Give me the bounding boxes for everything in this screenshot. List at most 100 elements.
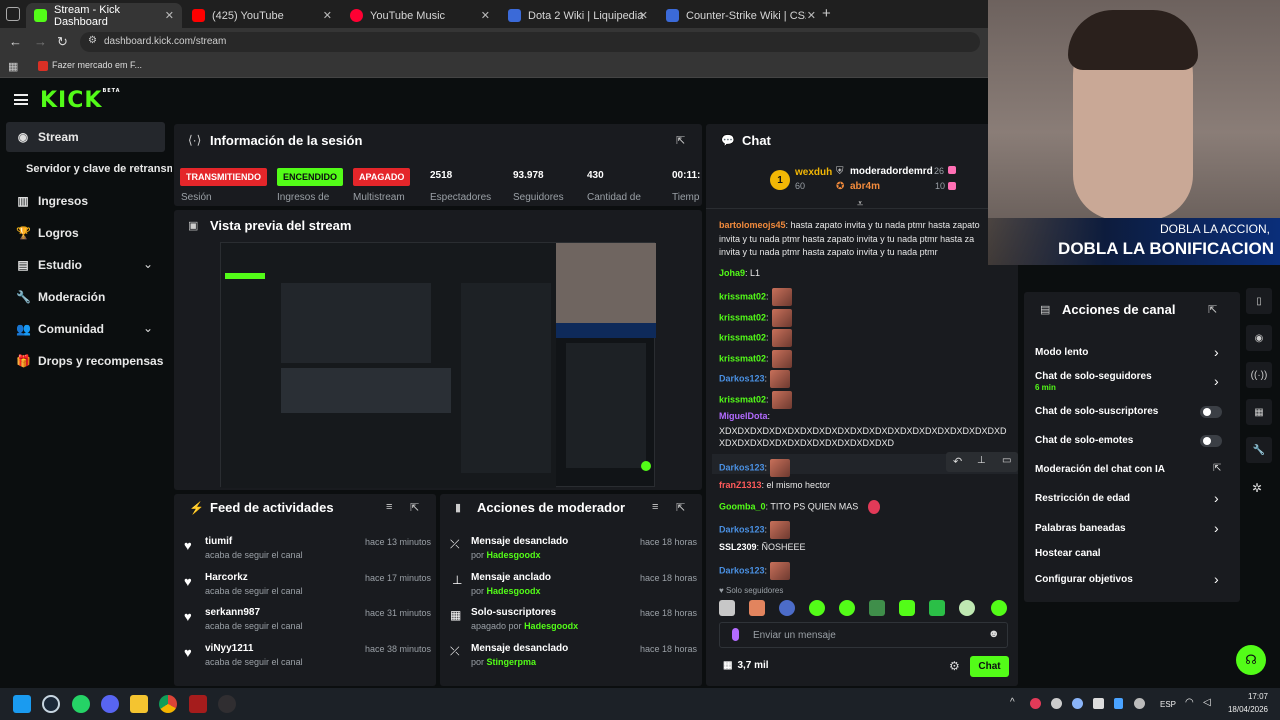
whatsapp-icon[interactable]	[72, 695, 90, 713]
chat-username[interactable]: krissmat02	[719, 291, 766, 301]
close-tab-icon[interactable]: ✕	[165, 9, 174, 22]
feed-user[interactable]: viNyy1211	[205, 643, 253, 654]
browser-tab-youtube-music[interactable]: YouTube Music ✕	[342, 3, 498, 28]
close-tab-icon[interactable]: ✕	[807, 9, 816, 22]
sidebar-item-server-key[interactable]: Servidor y clave de retransmisión	[26, 159, 172, 179]
mod-action-user[interactable]: Hadesgoodx	[487, 586, 541, 596]
tray-icon[interactable]	[1030, 698, 1041, 709]
chat-username[interactable]: krissmat02	[719, 394, 766, 404]
chevron-right-icon[interactable]: ›	[1214, 571, 1219, 587]
chat-username[interactable]: krissmat02	[719, 332, 766, 342]
tray-icon[interactable]	[1093, 698, 1104, 709]
chat-username[interactable]: bartolomeojs45	[719, 220, 786, 230]
chat-send-button[interactable]: Chat	[970, 656, 1009, 677]
emotes-only-toggle[interactable]	[1200, 435, 1222, 447]
sidebar-item-comunidad[interactable]: 👥 Comunidad	[16, 319, 104, 339]
top-gifter-user[interactable]: abr4m	[850, 181, 880, 192]
popout-icon[interactable]: ⇱	[676, 501, 685, 514]
close-tab-icon[interactable]: ✕	[481, 9, 490, 22]
reload-icon[interactable]: ↻	[57, 34, 68, 50]
rail-button-notes[interactable]: ▯	[1246, 288, 1272, 314]
chat-username[interactable]: Darkos123	[719, 565, 765, 575]
chevron-right-icon[interactable]: ›	[1214, 373, 1219, 389]
sidebar-item-drops[interactable]: 🎁 Drops y recompensas	[16, 351, 163, 371]
emote-icon[interactable]	[779, 600, 795, 616]
browser-tab-kick[interactable]: Stream - Kick Dashboard ✕	[26, 3, 182, 28]
action-subscribers-only[interactable]: Chat de solo-suscriptores	[1035, 406, 1158, 417]
filter-icon[interactable]: ≡	[386, 501, 392, 513]
rail-button-tools[interactable]: 🔧	[1246, 437, 1272, 463]
trash-icon[interactable]: ▭	[1002, 455, 1011, 466]
feed-user[interactable]: Harcorkz	[205, 572, 248, 583]
tray-icon[interactable]	[1134, 698, 1145, 709]
hamburger-menu-icon[interactable]	[14, 94, 28, 105]
action-age-restriction[interactable]: Restricción de edad	[1035, 493, 1130, 504]
back-icon[interactable]: ←	[9, 34, 22, 49]
emote-icon[interactable]	[959, 600, 975, 616]
emoji-icon[interactable]: ☻	[988, 628, 1000, 640]
chat-settings-icon[interactable]: ⚙	[949, 659, 960, 673]
chat-username[interactable]: Joha9	[719, 268, 745, 278]
emote-icon[interactable]	[991, 600, 1007, 616]
chevron-right-icon[interactable]: ›	[1214, 520, 1219, 536]
chat-username[interactable]: Darkos123	[719, 524, 765, 534]
kick-logo[interactable]: KICKBETA	[40, 88, 121, 113]
action-banned-words[interactable]: Palabras baneadas	[1035, 523, 1126, 534]
mic-icon[interactable]	[732, 628, 739, 641]
language-indicator[interactable]: ESP	[1160, 700, 1176, 709]
action-emotes-only[interactable]: Chat de solo-emotes	[1035, 435, 1133, 446]
external-link-icon[interactable]: ⇱	[1213, 463, 1221, 474]
chat-message-input[interactable]: Enviar un mensaje ☻	[719, 622, 1008, 648]
action-host-channel[interactable]: Hostear canal	[1035, 548, 1101, 559]
app-icon[interactable]	[189, 695, 207, 713]
emote-icon[interactable]	[719, 600, 735, 616]
emote-icon[interactable]	[929, 600, 945, 616]
chevron-right-icon[interactable]: ›	[1214, 344, 1219, 360]
sidebar-item-moderacion[interactable]: 🔧 Moderación	[16, 287, 105, 307]
discord-icon[interactable]	[101, 695, 119, 713]
emote-icon[interactable]	[749, 600, 765, 616]
reply-icon[interactable]: ↶	[953, 455, 962, 468]
chat-username[interactable]: Darkos123	[719, 373, 765, 383]
chat-username[interactable]: SSL2309	[719, 542, 757, 552]
feed-user[interactable]: tiumif	[205, 536, 232, 547]
action-ai-moderation[interactable]: Moderación del chat con IA	[1035, 464, 1165, 475]
popout-icon[interactable]: ⇱	[410, 501, 419, 514]
bluetooth-icon[interactable]	[1114, 698, 1123, 709]
chat-username[interactable]: krissmat02	[719, 312, 766, 322]
rail-button-broadcast[interactable]: ((·))	[1246, 362, 1272, 388]
file-explorer-icon[interactable]	[130, 695, 148, 713]
chevron-down-icon[interactable]: ⌄	[143, 321, 153, 335]
bookmark-item[interactable]: Fazer mercado em F...	[38, 60, 142, 71]
sidebar-item-estudio[interactable]: ▤ Estudio	[16, 255, 82, 275]
popout-icon[interactable]: ⇱	[676, 134, 685, 147]
chat-username[interactable]: MiguelDota	[719, 411, 768, 421]
browser-tab-dota-wiki[interactable]: Dota 2 Wiki | Liquipedia ✕	[500, 3, 656, 28]
url-field[interactable]: ⚙ dashboard.kick.com/stream	[80, 32, 980, 52]
steam-icon[interactable]	[42, 695, 60, 713]
emote-icon[interactable]	[809, 600, 825, 616]
site-info-icon[interactable]: ⚙	[88, 35, 97, 46]
emote-icon[interactable]	[899, 600, 915, 616]
chevron-right-icon[interactable]: ›	[1214, 490, 1219, 506]
clock-date[interactable]: 18/04/2026	[1224, 705, 1268, 714]
rail-button-mod[interactable]: ▦	[1246, 399, 1272, 425]
obs-icon[interactable]	[218, 695, 236, 713]
filter-icon[interactable]: ≡	[652, 501, 658, 513]
feed-user[interactable]: serkann987	[205, 607, 260, 618]
sidebar-item-ingresos[interactable]: ▥ Ingresos	[16, 191, 88, 211]
tray-icon[interactable]	[1051, 698, 1062, 709]
mod-action-user[interactable]: Hadesgoodx	[524, 621, 578, 631]
windows-start-icon[interactable]	[13, 695, 31, 713]
wifi-icon[interactable]: ◠	[1185, 697, 1194, 708]
chat-username[interactable]: krissmat02	[719, 353, 766, 363]
subscribers-only-toggle[interactable]	[1200, 406, 1222, 418]
sidebar-item-stream[interactable]: ◉ Stream	[16, 127, 79, 147]
mod-action-user[interactable]: Stingerpma	[487, 657, 537, 667]
rail-button-chat[interactable]: ◉	[1246, 325, 1272, 351]
volume-icon[interactable]: ◁	[1203, 697, 1211, 708]
forward-icon[interactable]: →	[34, 34, 47, 49]
mod-action-user[interactable]: Hadesgoodx	[487, 550, 541, 560]
popout-icon[interactable]: ⇱	[1208, 303, 1217, 316]
clock-time[interactable]: 17:07	[1224, 692, 1268, 701]
